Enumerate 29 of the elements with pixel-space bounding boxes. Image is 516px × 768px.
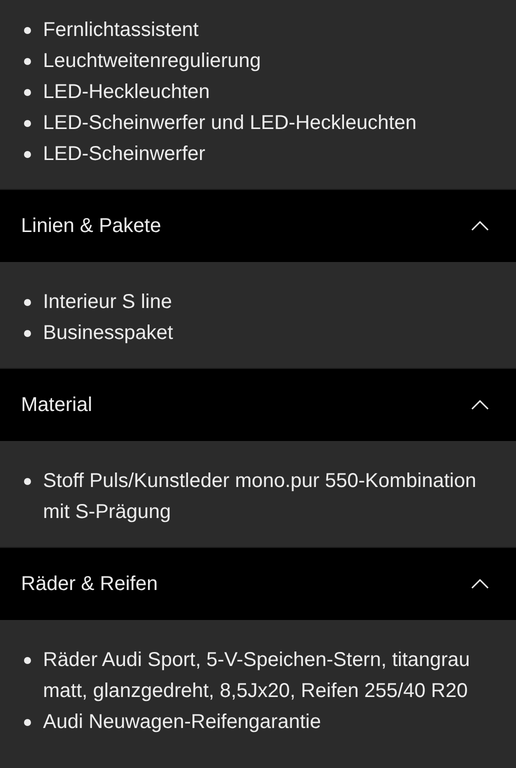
bullet-icon: [24, 330, 31, 337]
chevron-icon: [471, 221, 489, 231]
list-item: LED-Scheinwerfer: [43, 142, 206, 167]
list-item: Businesspaket: [43, 321, 174, 346]
bullet-icon: [24, 120, 31, 127]
list-item: Räder Audi Sport, 5-V-Speichen-Stern, titangrau matt, glanzgedreht, 8,5Jx20, Reifen 255/40 R20: [43, 648, 471, 704]
section-header[interactable]: Räder & Reifen: [0, 547, 516, 620]
list-item: Interieur S line: [43, 290, 173, 315]
bullet-icon: [24, 657, 31, 664]
chevron-icon: [471, 579, 489, 589]
list-item: LED-Scheinwerfer und LED-Heckleuchten: [43, 111, 418, 136]
list-item: Leuchtweitenregulierung: [43, 49, 262, 74]
bullet-icon: [24, 151, 31, 158]
bullet-icon: [24, 89, 31, 96]
section-title: Linien & Pakete: [21, 214, 162, 238]
list-item: Stoff Puls/Kunstleder mono.pur 550-Kombination mit S-Prägung: [43, 469, 478, 525]
section-title: Räder & Reifen: [21, 572, 158, 596]
section-header[interactable]: Linien & Pakete: [0, 189, 516, 262]
section-header[interactable]: Material: [0, 368, 516, 441]
bullet-icon: [24, 27, 31, 34]
bullet-icon: [24, 299, 31, 306]
bullet-icon: [24, 719, 31, 726]
list-item: Audi Neuwagen-Reifengarantie: [43, 710, 322, 735]
list-item: LED-Heckleuchten: [43, 80, 211, 105]
chevron-icon: [471, 400, 489, 410]
section-title: Material: [21, 394, 92, 416]
bullet-icon: [24, 58, 31, 65]
list-item: Fernlichtassistent: [43, 18, 200, 43]
bullet-icon: [24, 478, 31, 485]
